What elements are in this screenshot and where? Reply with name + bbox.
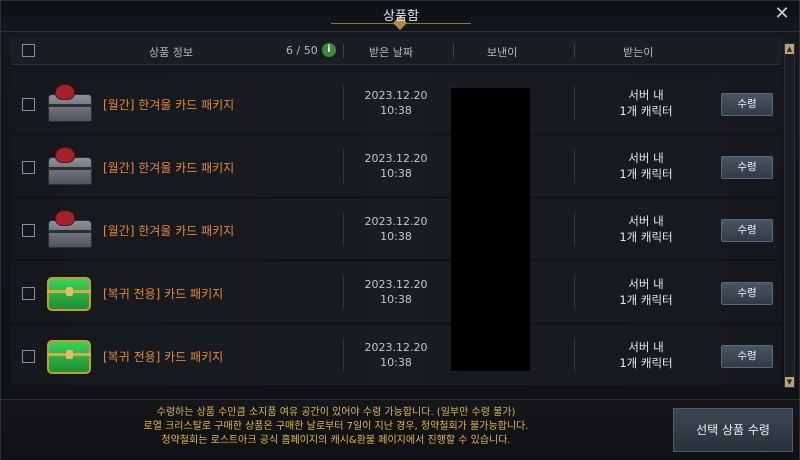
table-header: 상품 정보 6 / 50 i 받은 날짜 보낸이 받는이 bbox=[11, 38, 781, 65]
column-divider bbox=[574, 338, 575, 372]
row-checkbox[interactable] bbox=[22, 350, 35, 363]
recipient: 서버 내 1개 캐릭터 bbox=[619, 151, 673, 181]
sender-redacted bbox=[451, 88, 530, 371]
received-date: 2023.12.20 10:38 bbox=[364, 341, 428, 369]
title-bar[interactable]: 상품함 ✕ bbox=[1, 1, 799, 32]
column-divider bbox=[343, 149, 344, 183]
column-divider bbox=[343, 212, 344, 246]
silver-chest-icon bbox=[45, 143, 93, 191]
header-divider bbox=[453, 44, 454, 58]
header-recipient: 받는이 bbox=[623, 46, 654, 59]
received-date: 2023.12.20 10:38 bbox=[364, 215, 428, 243]
received-date: 2023.12.20 10:38 bbox=[364, 278, 428, 306]
column-divider bbox=[574, 212, 575, 246]
list-item: [복귀 전용] 카드 패키지 2023.12.20 10:38 서버 내 1개 캐릭… bbox=[11, 262, 781, 322]
column-divider bbox=[343, 275, 344, 309]
item-name: [월간] 한겨울 카드 패키지 bbox=[103, 161, 235, 175]
notice-line: 수령하는 상품 수만큼 소지품 여유 공간이 있어야 수령 가능합니다. (일부… bbox=[156, 407, 516, 418]
row-checkbox[interactable] bbox=[22, 98, 35, 111]
column-divider bbox=[574, 149, 575, 183]
window-title: 상품함 bbox=[383, 9, 419, 24]
column-divider bbox=[574, 86, 575, 120]
item-name: [월간] 한겨울 카드 패키지 bbox=[103, 98, 235, 112]
green-chest-icon bbox=[45, 332, 93, 380]
title-ornament bbox=[331, 23, 471, 34]
row-checkbox[interactable] bbox=[22, 287, 35, 300]
receive-button[interactable]: 수령 bbox=[721, 156, 773, 179]
gift-box-window: 상품함 ✕ 상품 정보 6 / 50 i 받은 날짜 보낸이 받는이 [월간] … bbox=[0, 0, 800, 460]
list-item: [복귀 전용] 카드 패키지 2023.12.20 10:38 서버 내 1개 캐릭… bbox=[11, 325, 781, 385]
scroll-up-icon[interactable]: ▲ bbox=[785, 44, 794, 54]
header-divider bbox=[343, 44, 344, 58]
header-item-info: 상품 정보 bbox=[149, 46, 193, 59]
notice-line: 청약철회는 로스트아크 공식 홈페이지의 캐시&환불 페이지에서 진행할 수 있… bbox=[161, 435, 511, 446]
recipient: 서버 내 1개 캐릭터 bbox=[619, 340, 673, 370]
header-received-date: 받은 날짜 bbox=[369, 46, 413, 59]
list-item: [월간] 한겨울 카드 패키지 2023.12.20 10:38 서버 내 1개 캐… bbox=[11, 136, 781, 196]
gift-list: [월간] 한겨울 카드 패키지 2023.12.20 10:38 서버 내 1개 캐… bbox=[11, 71, 781, 385]
column-divider bbox=[574, 275, 575, 309]
recipient: 서버 내 1개 캐릭터 bbox=[619, 88, 673, 118]
silver-chest-icon bbox=[45, 206, 93, 254]
item-name: [복귀 전용] 카드 패키지 bbox=[103, 350, 224, 364]
column-divider bbox=[343, 86, 344, 120]
row-checkbox[interactable] bbox=[22, 224, 35, 237]
item-name: [월간] 한겨울 카드 패키지 bbox=[103, 224, 235, 238]
close-button[interactable]: ✕ bbox=[771, 3, 793, 25]
item-name: [복귀 전용] 카드 패키지 bbox=[103, 287, 224, 301]
list-item: [월간] 한겨울 카드 패키지 2023.12.20 10:38 서버 내 1개 캐… bbox=[11, 199, 781, 259]
receive-button[interactable]: 수령 bbox=[721, 93, 773, 116]
header-divider bbox=[574, 44, 575, 58]
received-date: 2023.12.20 10:38 bbox=[364, 152, 428, 180]
receive-button[interactable]: 수령 bbox=[721, 219, 773, 242]
silver-chest-icon bbox=[45, 80, 93, 128]
receive-selected-button[interactable]: 선택 상품 수령 bbox=[673, 408, 793, 452]
select-all-checkbox[interactable] bbox=[22, 44, 35, 57]
list-item: [월간] 한겨울 카드 패키지 2023.12.20 10:38 서버 내 1개 캐… bbox=[11, 73, 781, 133]
scrollbar[interactable]: ▲ ▼ bbox=[784, 43, 795, 388]
recipient: 서버 내 1개 캐릭터 bbox=[619, 277, 673, 307]
green-chest-icon bbox=[45, 269, 93, 317]
row-checkbox[interactable] bbox=[22, 161, 35, 174]
receive-button[interactable]: 수령 bbox=[721, 282, 773, 305]
info-icon[interactable]: i bbox=[322, 43, 336, 57]
scroll-down-icon[interactable]: ▼ bbox=[785, 377, 794, 387]
header-sender: 보낸이 bbox=[487, 46, 518, 59]
received-date: 2023.12.20 10:38 bbox=[364, 89, 428, 117]
notice-line: 로열 크리스탈로 구매한 상품은 구매한 날로부터 7일이 지난 경우, 청약철… bbox=[143, 421, 529, 432]
recipient: 서버 내 1개 캐릭터 bbox=[619, 214, 673, 244]
receive-button[interactable]: 수령 bbox=[721, 345, 773, 368]
column-divider bbox=[343, 338, 344, 372]
item-count: 6 / 50 bbox=[286, 44, 318, 57]
notice-text: 수령하는 상품 수만큼 소지품 여유 공간이 있어야 수령 가능합니다. (일부… bbox=[121, 406, 551, 448]
